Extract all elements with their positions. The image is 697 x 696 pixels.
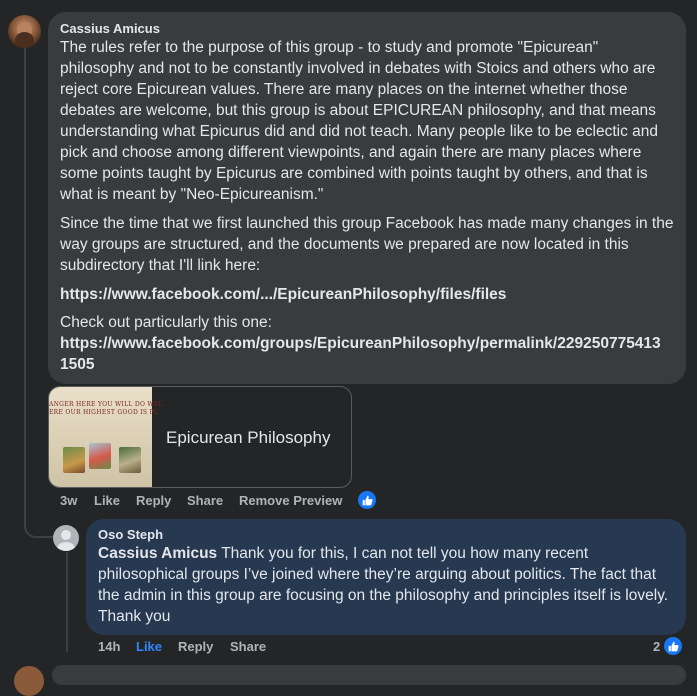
like-button[interactable]: Like bbox=[94, 493, 120, 508]
default-avatar-icon[interactable] bbox=[53, 525, 79, 551]
reply-reply-button[interactable]: Reply bbox=[178, 639, 213, 654]
thumbs-up-icon bbox=[362, 495, 373, 505]
avatar[interactable] bbox=[8, 15, 41, 48]
reply-like-reaction-icon[interactable] bbox=[664, 637, 682, 655]
permalink-link-line-1: https://www.facebook.com/groups/Epicurea… bbox=[60, 335, 661, 352]
thread-line bbox=[24, 48, 26, 518]
reply-share-button[interactable]: Share bbox=[230, 639, 266, 654]
permalink-link-line-2: 1505 bbox=[60, 356, 95, 373]
preview-thumbnail-text-1: ANGER HERE YOU WILL DO WEL bbox=[49, 401, 163, 408]
reply-timestamp[interactable]: 14h bbox=[98, 639, 120, 654]
permalink-link[interactable]: https://www.facebook.com/groups/Epicurea… bbox=[60, 333, 661, 375]
comment-paragraph-1: The rules refer to the purpose of this g… bbox=[60, 39, 658, 203]
reply-button[interactable]: Reply bbox=[136, 493, 171, 508]
reply-author[interactable]: Oso Steph bbox=[98, 527, 163, 542]
link-preview-card[interactable]: ANGER HERE YOU WILL DO WEL ERE OUR HIGHE… bbox=[48, 386, 352, 488]
reply-text: Cassius Amicus Thank you for this, I can… bbox=[98, 543, 678, 627]
next-comment-bubble bbox=[52, 665, 686, 685]
share-button[interactable]: Share bbox=[187, 493, 223, 508]
preview-thumbnail: ANGER HERE YOU WILL DO WEL ERE OUR HIGHE… bbox=[49, 387, 163, 487]
comment-author[interactable]: Cassius Amicus bbox=[60, 21, 160, 36]
comment-paragraph-2: Since the time that we first launched th… bbox=[60, 215, 674, 274]
reply-thread-line bbox=[66, 552, 68, 652]
like-reaction-icon[interactable] bbox=[358, 491, 376, 509]
next-comment-avatar[interactable] bbox=[14, 666, 44, 696]
preview-title: Epicurean Philosophy bbox=[166, 428, 331, 447]
comment-timestamp[interactable]: 3w bbox=[60, 493, 77, 508]
mention-tag[interactable]: Cassius Amicus bbox=[98, 545, 217, 562]
reaction-count[interactable]: 2 bbox=[653, 639, 660, 654]
reply-like-button[interactable]: Like bbox=[136, 639, 162, 654]
files-link[interactable]: https://www.facebook.com/.../EpicureanPh… bbox=[60, 284, 506, 305]
preview-thumbnail-text-2: ERE OUR HIGHEST GOOD IS PL bbox=[49, 409, 159, 416]
thread-connector bbox=[24, 500, 54, 538]
remove-preview-button[interactable]: Remove Preview bbox=[239, 493, 342, 508]
comment-paragraph-3: Check out particularly this one: bbox=[60, 314, 272, 331]
thumbs-up-icon bbox=[668, 641, 679, 651]
